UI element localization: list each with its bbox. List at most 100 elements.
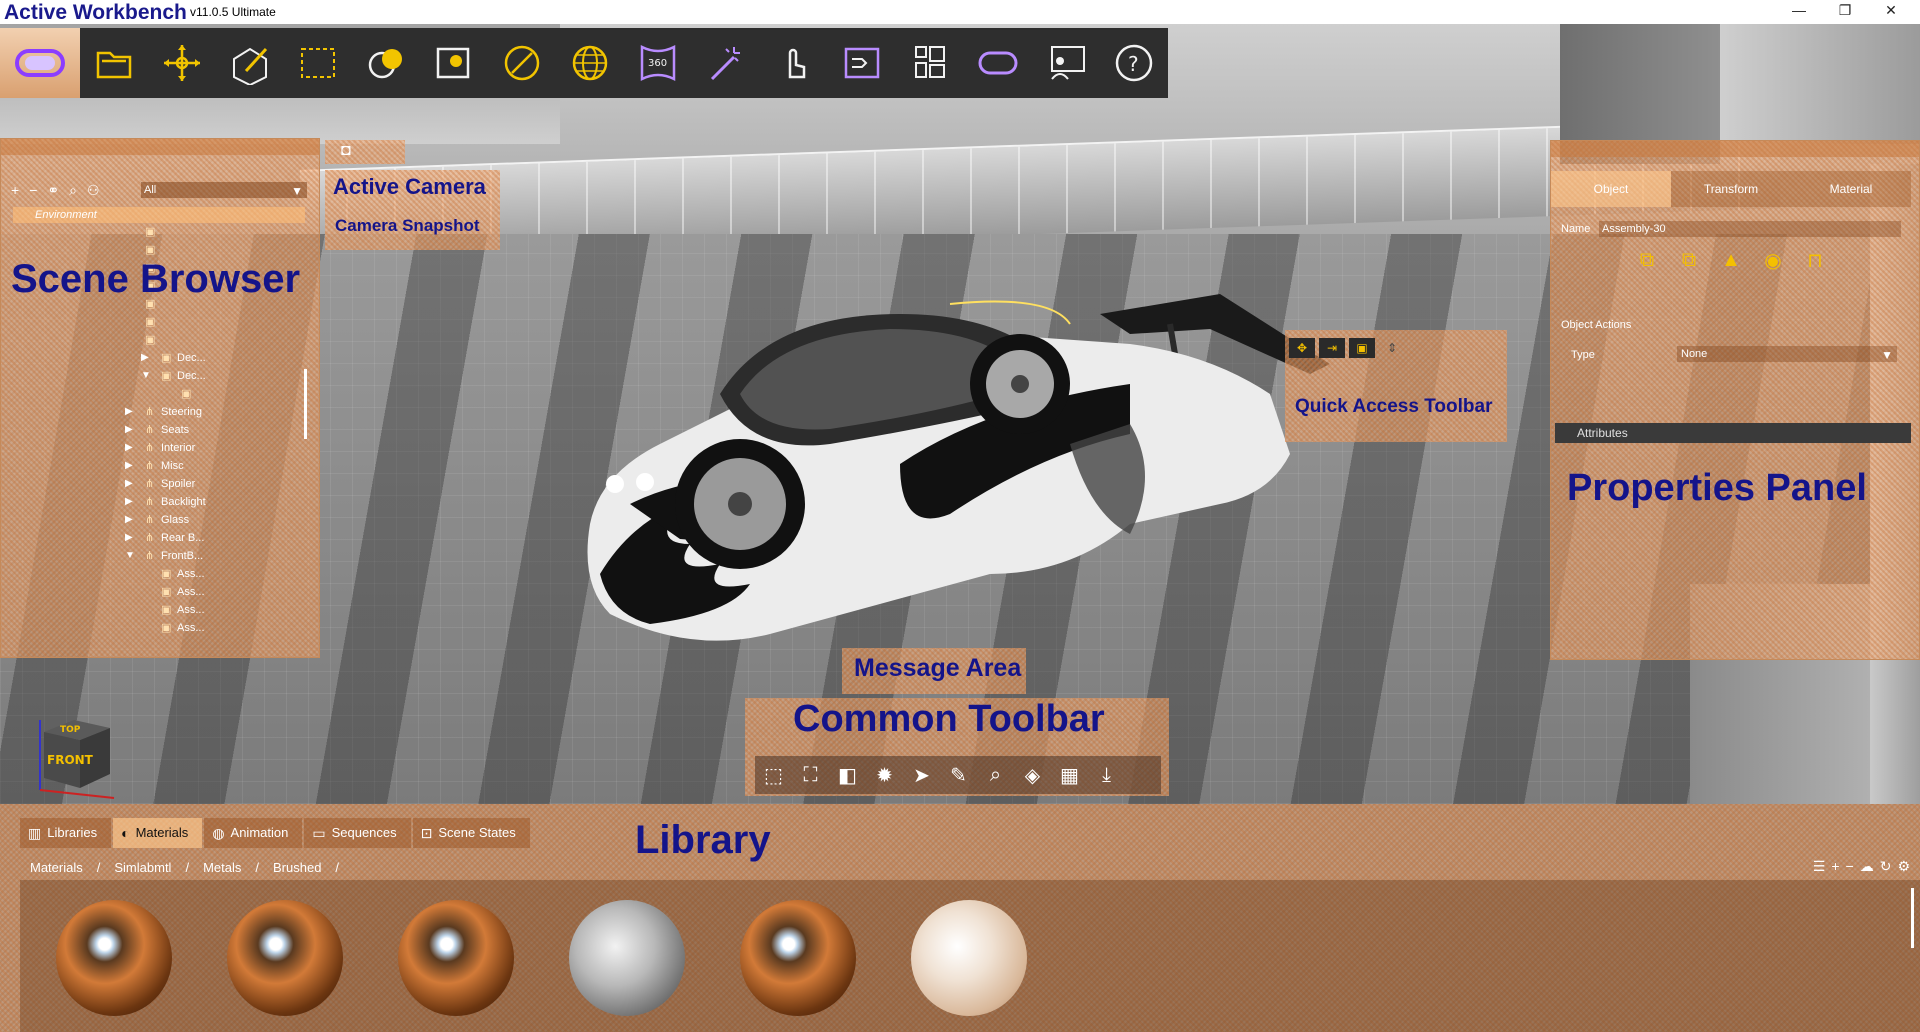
tree-item[interactable]: ▶ ⋔ Backlight	[1, 493, 301, 511]
tab-transform[interactable]: Transform	[1671, 171, 1791, 207]
qat-scroll-icon[interactable]: ⇕	[1379, 338, 1405, 358]
tree-item[interactable]: ▶ ⋔ Spoiler	[1, 475, 301, 493]
close-button[interactable]: ✕	[1868, 0, 1914, 22]
tab-material[interactable]: Material	[1791, 171, 1911, 207]
chevron-right-icon[interactable]: ▶	[141, 349, 149, 367]
tree-item[interactable]: ▣	[1, 385, 301, 403]
light-button[interactable]: ✹	[866, 756, 903, 794]
tree-item[interactable]: ▶ ⋔ Interior	[1, 439, 301, 457]
qat-select-icon[interactable]: ✥	[1289, 338, 1315, 358]
layer-1-icon[interactable]: ⧉	[1673, 244, 1705, 276]
tree-item[interactable]: ▣	[1, 331, 301, 349]
material-thumbnail[interactable]	[569, 900, 685, 1016]
material-thumbnail[interactable]	[740, 900, 856, 1016]
tab-animation[interactable]: ◍ Animation	[204, 818, 303, 848]
car-model[interactable]	[570, 274, 1330, 674]
tree-item[interactable]: ▣	[1, 223, 301, 241]
tree-item[interactable]: ▶ ⋔ Misc	[1, 457, 301, 475]
tree-item[interactable]: ▣ Ass...	[1, 601, 301, 619]
magic-wand-button[interactable]	[692, 28, 760, 98]
chevron-right-icon[interactable]: ▶	[125, 475, 133, 493]
grid-button[interactable]: ▦	[1051, 756, 1088, 794]
chevron-right-icon[interactable]: ▶	[125, 421, 133, 439]
layers-button[interactable]: ◈	[1014, 756, 1051, 794]
remove-icon[interactable]: −	[29, 182, 37, 198]
attributes-section[interactable]: Attributes	[1555, 423, 1911, 443]
cloud-icon[interactable]: ☁	[1860, 858, 1874, 875]
tree-item[interactable]: ▶ ⋔ Glass	[1, 511, 301, 529]
minimize-button[interactable]: —	[1776, 0, 1822, 22]
tab-materials[interactable]: ◐ Materials	[113, 818, 203, 848]
search-icon[interactable]: ⌕	[69, 182, 77, 199]
presentation-button[interactable]	[1032, 28, 1100, 98]
shape-icon[interactable]: ▲	[1715, 244, 1747, 276]
layout-button[interactable]	[896, 28, 964, 98]
breadcrumb-item[interactable]: Brushed	[273, 860, 321, 875]
download-button[interactable]: ⤓	[1088, 756, 1125, 794]
chevron-right-icon[interactable]: ▶	[125, 493, 133, 511]
zoom-button[interactable]: ⌕	[977, 756, 1014, 794]
remove-icon[interactable]: −	[1846, 858, 1854, 875]
shading-button[interactable]: ◧	[829, 756, 866, 794]
help-button[interactable]: ?	[1100, 28, 1168, 98]
open-button[interactable]	[80, 28, 148, 98]
material-thumbnail[interactable]	[227, 900, 343, 1016]
sort-icon[interactable]: ☰	[1813, 858, 1826, 875]
qat-snap-icon[interactable]: ▣	[1349, 338, 1375, 358]
lock-icon[interactable]: ⊓	[1799, 244, 1831, 276]
material-thumbnail[interactable]	[398, 900, 514, 1016]
qat-move-icon[interactable]: ⇥	[1319, 338, 1345, 358]
transform-button[interactable]	[148, 28, 216, 98]
material-thumbnail[interactable]	[911, 900, 1027, 1016]
scene-filter-select[interactable]: All ▼	[141, 182, 307, 198]
chevron-right-icon[interactable]: ▶	[125, 403, 133, 421]
sketch-button[interactable]: ✎	[940, 756, 977, 794]
group-icon[interactable]: ⚇	[87, 182, 100, 199]
sequence-button[interactable]	[828, 28, 896, 98]
add-icon[interactable]: +	[1831, 858, 1839, 875]
lighting-button[interactable]	[352, 28, 420, 98]
edit-button[interactable]	[216, 28, 284, 98]
scene-browser-scrollbar[interactable]	[304, 369, 307, 439]
link-icon[interactable]: ⚭	[47, 182, 59, 199]
tab-libraries[interactable]: ▥ Libraries	[20, 818, 112, 848]
select-box-button[interactable]	[284, 28, 352, 98]
view-360-button[interactable]: 360	[624, 28, 692, 98]
name-field[interactable]: Assembly-30	[1599, 221, 1901, 237]
vr-mode-button[interactable]	[964, 28, 1032, 98]
select-tool-button[interactable]: ➤	[903, 756, 940, 794]
chevron-down-icon[interactable]: ▼	[141, 367, 151, 385]
vr-headset-button[interactable]	[0, 28, 80, 98]
breadcrumb-item[interactable]: Simlabmtl	[114, 860, 171, 875]
material-button[interactable]	[488, 28, 556, 98]
tree-item[interactable]: ▶ ▣ Dec...	[1, 349, 301, 367]
tree-item[interactable]: ▣	[1, 313, 301, 331]
tree-item[interactable]: ▣ Ass...	[1, 583, 301, 601]
tree-item[interactable]: ▼ ⋔ FrontB...	[1, 547, 301, 565]
chevron-right-icon[interactable]: ▶	[125, 457, 133, 475]
visibility-icon[interactable]: ◉	[1757, 244, 1789, 276]
type-select[interactable]: None ▼	[1677, 346, 1897, 362]
view-options-icon[interactable]: ⚙	[1897, 858, 1910, 875]
view-cube-button[interactable]: ⬚	[755, 756, 792, 794]
tree-item[interactable]: ▶ ⋔ Rear B...	[1, 529, 301, 547]
breadcrumb-item[interactable]: Materials	[30, 860, 83, 875]
tree-item-environment[interactable]: Environment	[13, 207, 305, 223]
chevron-down-icon[interactable]: ▼	[125, 547, 135, 565]
refresh-icon[interactable]: ↻	[1880, 858, 1892, 875]
chevron-right-icon[interactable]: ▶	[125, 439, 133, 457]
camera-snapshot-bar[interactable]: ◘	[325, 140, 405, 164]
orientation-cube[interactable]: TOP FRONT	[30, 712, 120, 804]
tab-object[interactable]: Object	[1551, 171, 1671, 207]
fit-view-button[interactable]: ⛶	[792, 756, 829, 794]
tree-item[interactable]: ▼ ▣ Dec...	[1, 367, 301, 385]
chevron-right-icon[interactable]: ▶	[125, 511, 133, 529]
tree-item[interactable]: ▣ Ass...	[1, 565, 301, 583]
tab-scene-states[interactable]: ⊡ Scene States	[412, 818, 530, 848]
camera-button[interactable]	[420, 28, 488, 98]
tab-sequences[interactable]: ▭ Sequences	[304, 818, 411, 848]
chevron-right-icon[interactable]: ▶	[125, 529, 133, 547]
library-scrollbar[interactable]	[1911, 888, 1914, 948]
layer-2-icon[interactable]: ⧉	[1631, 244, 1663, 276]
environment-button[interactable]	[556, 28, 624, 98]
